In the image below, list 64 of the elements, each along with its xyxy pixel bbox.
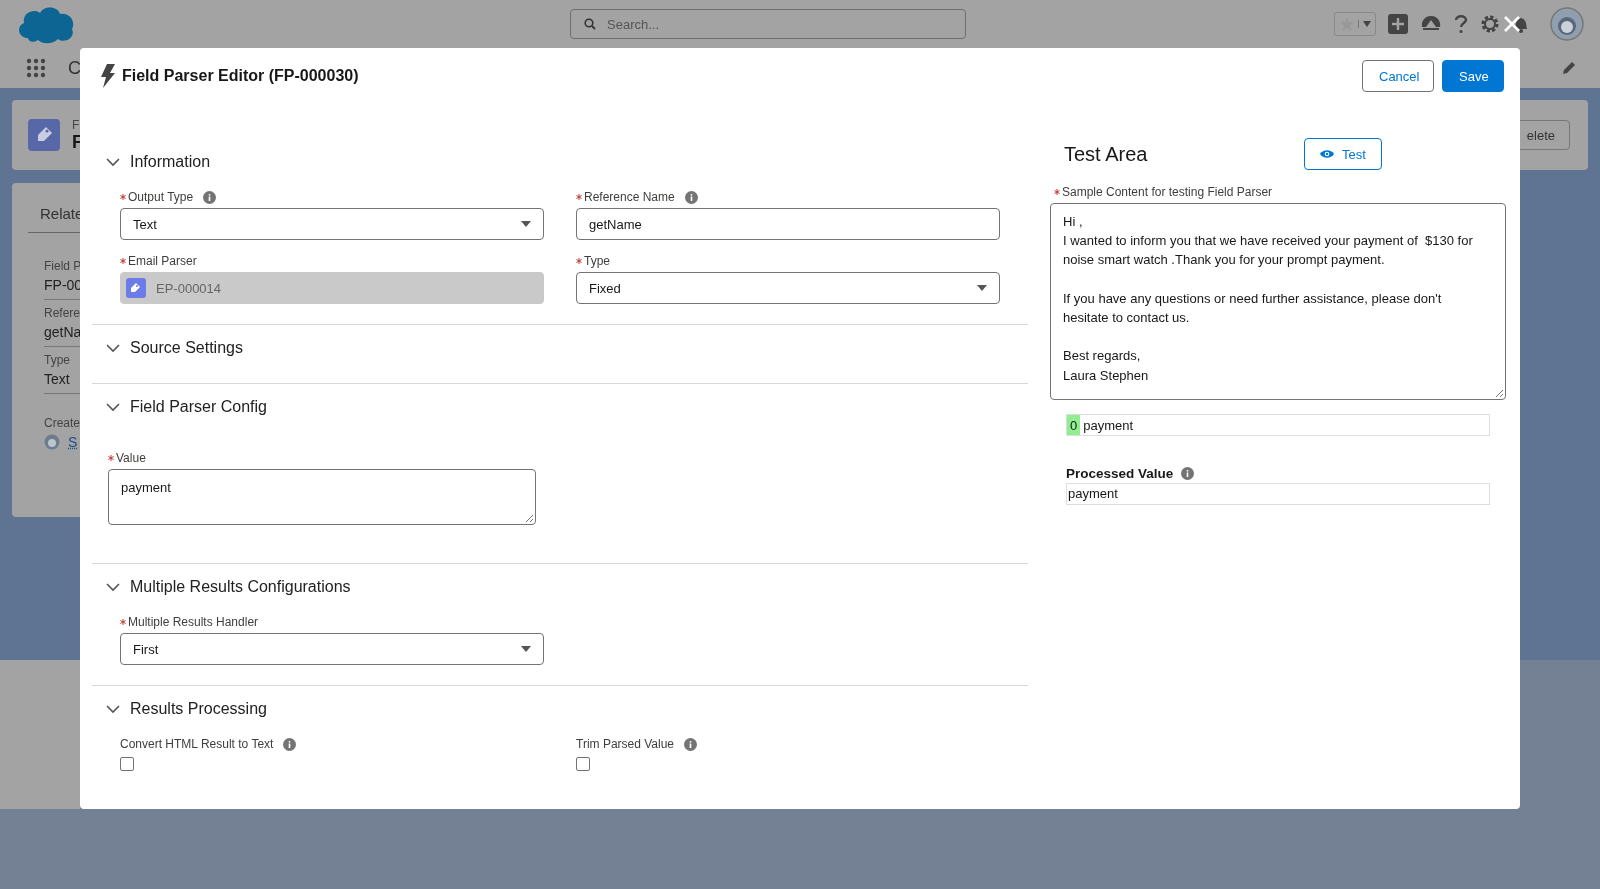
section-header[interactable]: Results Processing: [92, 692, 1028, 726]
processed-value-label: Processed Value: [1066, 466, 1174, 481]
info-icon[interactable]: [203, 190, 217, 204]
checkbox[interactable]: [120, 757, 134, 771]
app-name: C: [68, 57, 81, 79]
result-index: 0: [1067, 415, 1081, 435]
app-launcher-icon[interactable]: [26, 58, 46, 78]
checkbox[interactable]: [576, 757, 590, 771]
field-label: Convert HTML Result to Text: [120, 737, 274, 751]
record-type: F: [72, 117, 81, 132]
search-icon: [584, 18, 596, 30]
add-icon[interactable]: [1388, 14, 1408, 34]
field-label: Multiple Results Handler: [128, 615, 259, 629]
input-field[interactable]: getName: [576, 208, 1000, 240]
info-icon[interactable]: [1181, 467, 1195, 480]
section-header[interactable]: Information: [92, 145, 1028, 179]
info-icon[interactable]: [684, 737, 698, 751]
resize-grip-icon[interactable]: [1495, 389, 1503, 397]
result-value: payment: [1082, 416, 1134, 435]
select-field[interactable]: First: [120, 633, 544, 665]
avatar-icon[interactable]: [1550, 7, 1584, 41]
value-textarea[interactable]: payment: [108, 469, 536, 525]
select-field[interactable]: Text: [120, 208, 544, 240]
save-button[interactable]: Save: [1442, 60, 1504, 92]
field-label: Output Type: [128, 190, 194, 204]
detail-label: Refere: [44, 306, 81, 320]
processed-value: payment: [1066, 483, 1490, 505]
field-label: Reference Name: [584, 190, 675, 204]
dropdown-icon: [521, 220, 531, 228]
tag-icon: [126, 278, 146, 298]
cancel-button[interactable]: Cancel: [1362, 60, 1434, 92]
detail-value: Text: [44, 371, 70, 387]
close-icon[interactable]: [1503, 15, 1521, 33]
section-header[interactable]: Source Settings: [92, 331, 1028, 365]
detail-label: Type: [44, 353, 70, 367]
modal-title: Field Parser Editor (FP-000030): [122, 67, 359, 85]
detail-label: Create: [44, 416, 81, 430]
field-label: Email Parser: [128, 254, 197, 268]
test-button[interactable]: Test: [1304, 138, 1382, 170]
help-icon[interactable]: [1454, 14, 1468, 34]
sample-content-field[interactable]: Hi , I wanted to inform you that we have received your payment of $130 for noise smart watch .Thank you for your prompt payment. If you have any questions or need further assistance, please don't hesitate to contact us. Best regards, Laura Stephen: [1050, 203, 1506, 400]
field-label: Value: [116, 451, 146, 465]
pencil-icon[interactable]: [1562, 61, 1576, 75]
field-label: Trim Parsed Value: [576, 737, 675, 751]
user-avatar-icon: [44, 434, 60, 450]
dropdown-icon: [977, 284, 987, 292]
test-area-title: Test Area: [1064, 142, 1149, 166]
search-field[interactable]: Search...: [570, 9, 966, 39]
field-label: Sample Content for testing Field Parser: [1062, 185, 1273, 199]
info-icon[interactable]: [283, 737, 297, 751]
section-header[interactable]: Multiple Results Configurations: [92, 570, 1028, 604]
select-field[interactable]: Fixed: [576, 272, 1000, 304]
resize-grip-icon[interactable]: [525, 514, 533, 522]
lightning-icon: [100, 64, 116, 88]
section-header[interactable]: Field Parser Config: [92, 390, 1028, 424]
field-label: Type: [584, 254, 610, 268]
settings-icon[interactable]: [1480, 14, 1500, 34]
info-icon[interactable]: [684, 190, 698, 204]
dropdown-icon: [521, 645, 531, 653]
detail-value: getNa: [44, 324, 82, 340]
favorites-button[interactable]: [1334, 12, 1376, 36]
tag-icon: [28, 119, 60, 151]
mountain-icon[interactable]: [1420, 15, 1442, 33]
eye-icon: [1320, 149, 1335, 159]
